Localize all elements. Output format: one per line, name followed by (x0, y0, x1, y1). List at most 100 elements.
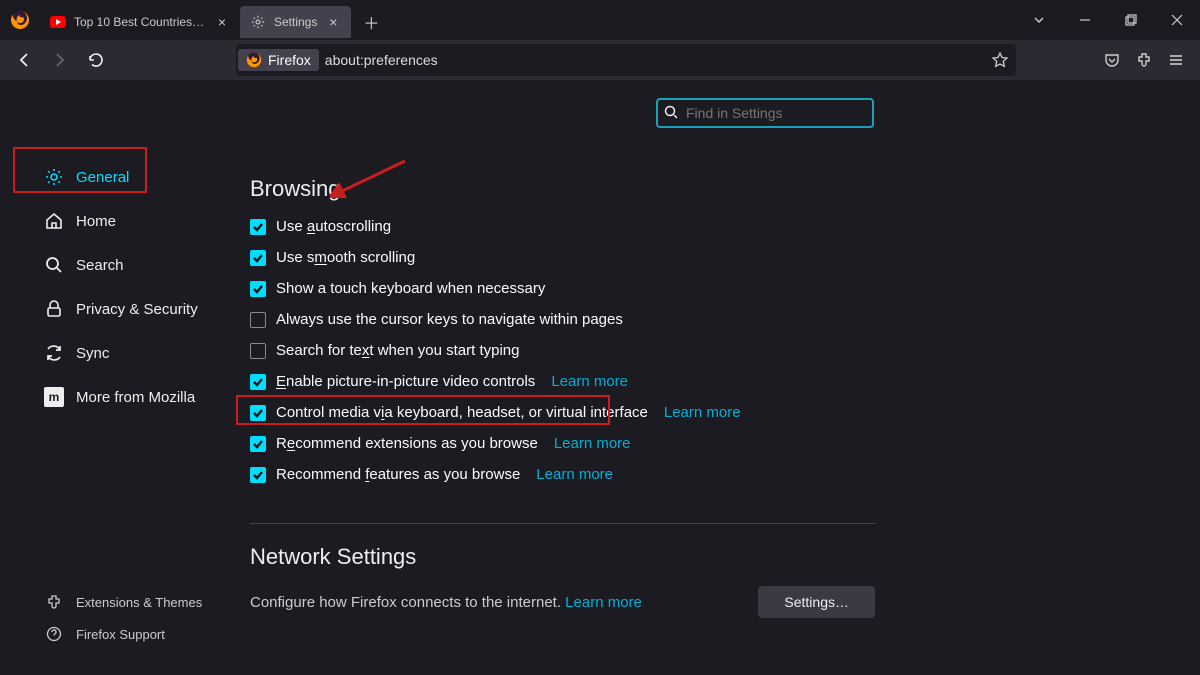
settings-main: Browsing Use autoscrolling Use smooth sc… (230, 80, 1200, 675)
close-icon[interactable]: × (214, 14, 230, 30)
sidebar-label: More from Mozilla (76, 389, 195, 406)
close-icon[interactable]: × (325, 14, 341, 30)
option-label: Search for text when you start typing (276, 342, 519, 359)
tab-label: Top 10 Best Countries To Live In (74, 15, 206, 29)
reload-button[interactable] (80, 44, 112, 76)
settings-sidebar: General Home Search Privacy & Security S… (0, 80, 230, 675)
network-description: Configure how Firefox connects to the in… (250, 594, 642, 611)
checkbox-icon (250, 219, 266, 235)
option-cursor-keys[interactable]: Always use the cursor keys to navigate w… (250, 311, 1160, 328)
option-label: Recommend features as you browse (276, 466, 520, 483)
sidebar-item-search[interactable]: Search (34, 246, 220, 284)
checkbox-icon (250, 374, 266, 390)
option-label: Use smooth scrolling (276, 249, 415, 266)
extensions-button[interactable] (1128, 44, 1160, 76)
youtube-icon (50, 14, 66, 30)
settings-content: General Home Search Privacy & Security S… (0, 80, 1200, 675)
help-icon (44, 624, 64, 644)
sidebar-item-home[interactable]: Home (34, 202, 220, 240)
learn-more-link[interactable]: Learn more (536, 466, 613, 483)
url-bar[interactable]: Firefox about:preferences (236, 44, 1016, 76)
sidebar-item-sync[interactable]: Sync (34, 334, 220, 372)
option-pip[interactable]: Enable picture-in-picture video controls… (250, 373, 1160, 390)
sidebar-extensions-themes[interactable]: Extensions & Themes (34, 587, 220, 617)
sidebar-label: Sync (76, 345, 109, 362)
list-all-tabs-button[interactable] (1016, 0, 1062, 40)
option-label: Recommend extensions as you browse (276, 435, 538, 452)
search-icon (664, 105, 678, 122)
bookmark-star-icon[interactable] (986, 52, 1014, 68)
option-search-text[interactable]: Search for text when you start typing (250, 342, 1160, 359)
checkbox-icon (250, 343, 266, 359)
checkbox-icon (250, 281, 266, 297)
learn-more-link[interactable]: Learn more (565, 594, 642, 611)
option-label: Control media via keyboard, headset, or … (276, 404, 648, 421)
puzzle-icon (44, 592, 64, 612)
titlebar: Top 10 Best Countries To Live In × Setti… (0, 0, 1200, 40)
sidebar-label: Search (76, 257, 124, 274)
option-label: Show a touch keyboard when necessary (276, 280, 545, 297)
firefox-icon (246, 52, 262, 68)
sidebar-label: Firefox Support (76, 627, 165, 642)
window-controls (1062, 0, 1200, 40)
sidebar-item-general[interactable]: General (34, 158, 220, 196)
sidebar-item-privacy[interactable]: Privacy & Security (34, 290, 220, 328)
section-title: Browsing (250, 176, 1160, 202)
checkbox-icon (250, 436, 266, 452)
checkbox-icon (250, 312, 266, 328)
sidebar-label: General (76, 169, 129, 186)
option-recommend-features[interactable]: Recommend features as you browse Learn m… (250, 466, 1160, 483)
maximize-button[interactable] (1108, 0, 1154, 40)
nav-toolbar: Firefox about:preferences (0, 40, 1200, 80)
search-icon (44, 255, 64, 275)
firefox-appicon (0, 0, 40, 40)
pocket-button[interactable] (1096, 44, 1128, 76)
tab-strip: Top 10 Best Countries To Live In × Setti… (40, 0, 1016, 40)
minimize-button[interactable] (1062, 0, 1108, 40)
sidebar-label: Privacy & Security (76, 301, 198, 318)
checkbox-icon (250, 250, 266, 266)
browsing-options: Use autoscrolling Use smooth scrolling S… (250, 218, 1160, 483)
learn-more-link[interactable]: Learn more (554, 435, 631, 452)
sync-icon (44, 343, 64, 363)
option-label: Enable picture-in-picture video controls (276, 373, 535, 390)
checkbox-icon (250, 467, 266, 483)
svg-text:m: m (49, 390, 60, 404)
lock-icon (44, 299, 64, 319)
tab-settings[interactable]: Settings × (240, 6, 351, 38)
sidebar-label: Home (76, 213, 116, 230)
sidebar-label: Extensions & Themes (76, 595, 202, 610)
learn-more-link[interactable]: Learn more (664, 404, 741, 421)
address-text: about:preferences (325, 52, 986, 68)
forward-button[interactable] (44, 44, 76, 76)
network-settings-button[interactable]: Settings… (758, 586, 875, 618)
option-smooth-scroll[interactable]: Use smooth scrolling (250, 249, 1160, 266)
settings-search-input[interactable] (656, 98, 874, 128)
new-tab-button[interactable]: ＋ (357, 8, 385, 36)
sidebar-firefox-support[interactable]: Firefox Support (34, 619, 220, 649)
tab-label: Settings (274, 15, 317, 29)
option-label: Always use the cursor keys to navigate w… (276, 311, 623, 328)
back-button[interactable] (8, 44, 40, 76)
option-autoscroll[interactable]: Use autoscrolling (250, 218, 1160, 235)
home-icon (44, 211, 64, 231)
identity-label: Firefox (268, 52, 311, 68)
mozilla-icon: m (44, 387, 64, 407)
option-media-keys[interactable]: Control media via keyboard, headset, or … (250, 404, 1160, 421)
network-row: Configure how Firefox connects to the in… (250, 586, 875, 618)
settings-search (656, 98, 874, 128)
network-title: Network Settings (250, 544, 1160, 570)
gear-icon (44, 167, 64, 187)
option-recommend-extensions[interactable]: Recommend extensions as you browse Learn… (250, 435, 1160, 452)
tab-youtube[interactable]: Top 10 Best Countries To Live In × (40, 6, 240, 38)
close-window-button[interactable] (1154, 0, 1200, 40)
option-touch-keyboard[interactable]: Show a touch keyboard when necessary (250, 280, 1160, 297)
identity-box[interactable]: Firefox (238, 49, 319, 71)
separator (250, 523, 875, 524)
sidebar-item-more-mozilla[interactable]: m More from Mozilla (34, 378, 220, 416)
app-menu-button[interactable] (1160, 44, 1192, 76)
gear-icon (250, 14, 266, 30)
option-label: Use autoscrolling (276, 218, 391, 235)
checkbox-icon (250, 405, 266, 421)
learn-more-link[interactable]: Learn more (551, 373, 628, 390)
